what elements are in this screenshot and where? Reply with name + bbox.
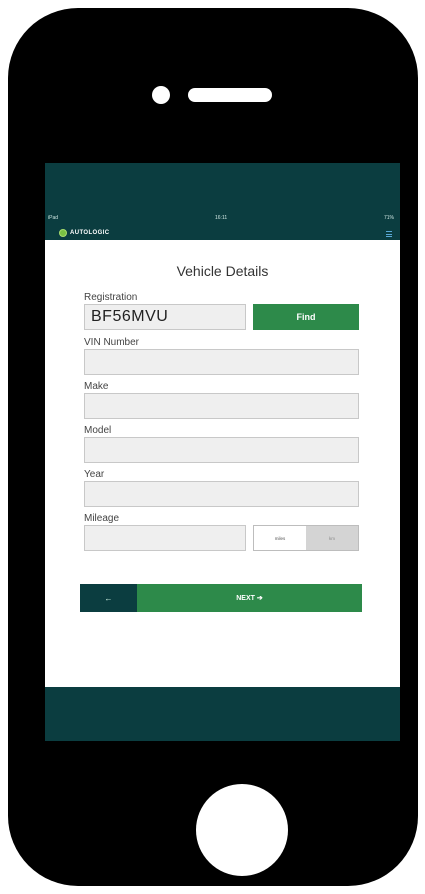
year-label: Year bbox=[84, 469, 105, 480]
nav-bar: ← NEXT ➔ bbox=[80, 584, 362, 612]
speaker-icon bbox=[188, 88, 272, 102]
vin-input[interactable] bbox=[84, 349, 359, 375]
hamburger-menu-icon[interactable] bbox=[386, 231, 392, 237]
back-button[interactable]: ← bbox=[80, 584, 137, 612]
brand-name: AUTOLOGIC bbox=[70, 230, 110, 236]
camera-icon bbox=[152, 86, 170, 104]
vin-label: VIN Number bbox=[84, 337, 140, 348]
arrow-right-icon: ➔ bbox=[256, 595, 263, 602]
page-title: Vehicle Details bbox=[176, 263, 269, 279]
find-button[interactable]: Find bbox=[253, 304, 359, 330]
unit-toggle: miles km bbox=[253, 525, 359, 551]
make-input[interactable] bbox=[84, 393, 359, 419]
unit-miles-option[interactable]: miles bbox=[254, 526, 306, 550]
model-label: Model bbox=[84, 425, 112, 436]
registration-value: BF56MVU bbox=[91, 308, 169, 325]
model-input[interactable] bbox=[84, 437, 359, 463]
mileage-input[interactable] bbox=[84, 525, 246, 551]
make-label: Make bbox=[84, 381, 109, 392]
device-label: iPad bbox=[48, 215, 59, 221]
year-input[interactable] bbox=[84, 481, 359, 507]
brand-logo: AUTOLOGIC bbox=[59, 228, 110, 238]
home-button[interactable] bbox=[196, 784, 288, 876]
left-arrow-icon: ← bbox=[104, 593, 113, 603]
mileage-label: Mileage bbox=[84, 513, 120, 524]
unit-km-option[interactable]: km bbox=[306, 526, 358, 550]
status-time: 16:11 bbox=[215, 215, 228, 221]
next-button[interactable]: NEXT ➔ bbox=[137, 584, 362, 612]
status-bar: iPad 16:11 71% bbox=[45, 215, 400, 225]
footer-bar bbox=[45, 687, 400, 741]
registration-input[interactable]: BF56MVU bbox=[84, 304, 246, 330]
registration-label: Registration bbox=[84, 292, 138, 303]
next-label: NEXT bbox=[236, 594, 255, 602]
battery-level: 71% bbox=[383, 215, 394, 221]
app-screen: iPad 16:11 71% AUTOLOGIC Vehicle Details… bbox=[45, 163, 400, 741]
logo-icon bbox=[59, 229, 67, 237]
app-header: iPad 16:11 71% AUTOLOGIC bbox=[45, 163, 400, 240]
